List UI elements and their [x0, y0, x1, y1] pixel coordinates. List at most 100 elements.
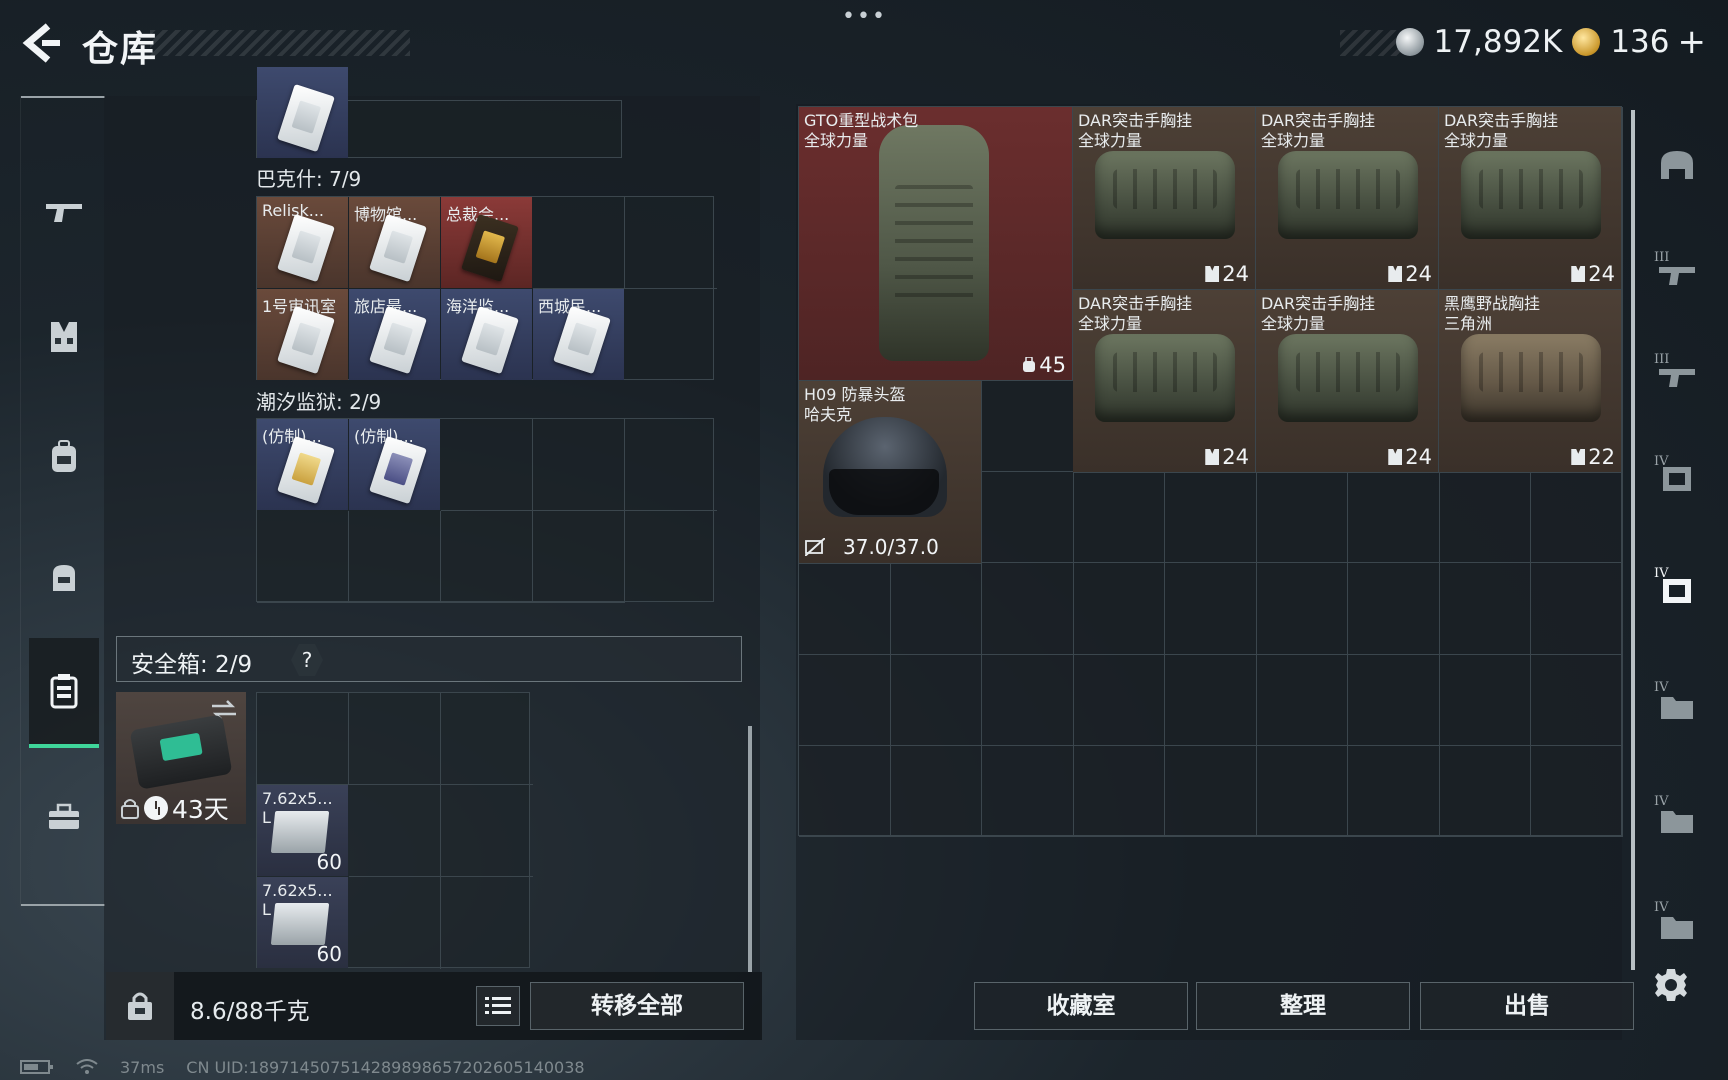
empty-slot[interactable]	[257, 511, 349, 603]
empty-slot[interactable]	[1165, 563, 1257, 655]
sidebar-item-backpacks[interactable]	[29, 402, 99, 512]
stash-filter-1[interactable]	[1646, 134, 1708, 196]
container-scrollbar[interactable]	[748, 726, 752, 972]
stash-filter-7[interactable]: IV	[1646, 788, 1708, 850]
empty-slot[interactable]	[533, 511, 625, 603]
empty-slot[interactable]	[982, 745, 1074, 837]
back-arrow-icon[interactable]	[18, 20, 64, 66]
empty-slot[interactable]	[1256, 654, 1348, 746]
empty-slot[interactable]	[1439, 654, 1531, 746]
empty-slot[interactable]	[1531, 563, 1623, 655]
organize-button[interactable]: 整理	[1196, 982, 1410, 1030]
empty-slot[interactable]	[1073, 563, 1165, 655]
empty-slot[interactable]	[533, 197, 625, 289]
key-card[interactable]: 旅店最...	[349, 289, 440, 380]
key-card[interactable]: 1号审讯室	[257, 289, 348, 380]
stash-item-vest[interactable]: 黑鹰野战胸挂 三角洲 22	[1439, 290, 1621, 473]
empty-slot[interactable]	[982, 654, 1074, 746]
collection-room-button[interactable]: 收藏室	[974, 982, 1188, 1030]
empty-slot[interactable]	[890, 745, 982, 837]
help-button[interactable]: ?	[291, 644, 323, 676]
key-card[interactable]: 总裁会...	[441, 197, 532, 288]
empty-slot[interactable]	[1348, 745, 1440, 837]
empty-slot[interactable]	[349, 877, 441, 969]
sidebar-item-toolbox[interactable]	[29, 762, 99, 872]
empty-slot[interactable]	[1439, 563, 1531, 655]
key-card[interactable]	[257, 67, 348, 158]
empty-slot[interactable]	[441, 877, 533, 969]
stash-item-helmet[interactable]: H09 防暴头盔 哈夫克 37.0/37.0	[799, 381, 982, 564]
empty-slot[interactable]	[1073, 654, 1165, 746]
stash-item-vest[interactable]: DAR突击手胸挂 全球力量 24	[1073, 107, 1256, 290]
stash-item-vest[interactable]: DAR突击手胸挂 全球力量 24	[1439, 107, 1621, 290]
empty-slot[interactable]	[1165, 472, 1257, 564]
empty-slot[interactable]	[1165, 654, 1257, 746]
empty-slot[interactable]	[982, 472, 1074, 564]
sidebar-item-bags[interactable]	[29, 522, 99, 632]
empty-slot[interactable]	[799, 745, 891, 837]
sidebar-item-weapons[interactable]	[29, 156, 99, 266]
stash-item-vest[interactable]: DAR突击手胸挂 全球力量 24	[1256, 290, 1439, 473]
empty-slot[interactable]	[1439, 472, 1531, 564]
more-menu-button[interactable]: •••	[842, 4, 887, 29]
add-currency-button[interactable]: +	[1678, 22, 1707, 62]
empty-slot[interactable]	[625, 289, 717, 381]
key-card[interactable]: (仿制)...	[349, 419, 440, 510]
stash-filter-3[interactable]: III	[1646, 346, 1708, 408]
empty-slot[interactable]	[1256, 563, 1348, 655]
empty-slot[interactable]	[982, 380, 1074, 472]
stash-filter-2[interactable]: III	[1646, 244, 1708, 306]
empty-slot[interactable]	[533, 419, 625, 511]
key-card[interactable]: 海洋监...	[441, 289, 532, 380]
empty-slot[interactable]	[1348, 472, 1440, 564]
empty-slot[interactable]	[625, 419, 717, 511]
ammo-item[interactable]: 7.62x5... L 60	[257, 785, 348, 876]
key-card[interactable]: 西城民...	[533, 289, 624, 380]
key-card[interactable]: Relisk...	[257, 197, 348, 288]
sell-button[interactable]: 出售	[1420, 982, 1634, 1030]
stash-filter-6[interactable]: IV	[1646, 674, 1708, 736]
empty-slot[interactable]	[890, 563, 982, 655]
ammo-item[interactable]: 7.62x5... L 60	[257, 877, 348, 968]
sidebar-item-storage[interactable]	[29, 638, 99, 748]
transfer-all-button[interactable]: 转移全部	[530, 982, 744, 1030]
empty-slot[interactable]	[1073, 745, 1165, 837]
stash-item-backpack[interactable]: GTO重型战术包 全球力量 45	[799, 107, 1073, 381]
stash-filter-8[interactable]: IV	[1646, 894, 1708, 956]
empty-slot[interactable]	[625, 197, 717, 289]
empty-slot[interactable]	[799, 654, 891, 746]
stash-item-vest[interactable]: DAR突击手胸挂 全球力量 24	[1073, 290, 1256, 473]
list-view-button[interactable]	[476, 986, 520, 1026]
empty-slot[interactable]	[257, 693, 349, 785]
empty-slot[interactable]	[982, 563, 1074, 655]
empty-slot[interactable]	[890, 654, 982, 746]
empty-slot[interactable]	[1439, 745, 1531, 837]
gear-icon[interactable]	[1652, 966, 1690, 1004]
empty-slot[interactable]	[1073, 472, 1165, 564]
empty-slot[interactable]	[441, 419, 533, 511]
key-card[interactable]: 博物馆...	[349, 197, 440, 288]
empty-slot[interactable]	[1348, 563, 1440, 655]
empty-slot[interactable]	[349, 785, 441, 877]
empty-slot[interactable]	[1531, 472, 1623, 564]
stash-filter-5[interactable]: IV	[1646, 560, 1708, 622]
stash-item-vest[interactable]: DAR突击手胸挂 全球力量 24	[1256, 107, 1439, 290]
empty-slot[interactable]	[1256, 745, 1348, 837]
empty-slot[interactable]	[441, 511, 533, 603]
empty-slot[interactable]	[349, 511, 441, 603]
empty-slot[interactable]	[1256, 472, 1348, 564]
key-card[interactable]: (仿制)...	[257, 419, 348, 510]
stash-scrollbar[interactable]	[1631, 110, 1635, 970]
safebox-case[interactable]: 43天	[116, 692, 246, 824]
empty-slot[interactable]	[441, 785, 533, 877]
empty-slot[interactable]	[1348, 654, 1440, 746]
empty-slot[interactable]	[349, 693, 441, 785]
empty-slot[interactable]	[1531, 745, 1623, 837]
stash-filter-4[interactable]: IV	[1646, 448, 1708, 510]
empty-slot[interactable]	[441, 693, 533, 785]
empty-slot[interactable]	[1165, 745, 1257, 837]
sidebar-item-vests[interactable]	[29, 282, 99, 392]
weight-lock[interactable]	[106, 972, 174, 1040]
empty-slot[interactable]	[1531, 654, 1623, 746]
empty-slot[interactable]	[799, 563, 891, 655]
